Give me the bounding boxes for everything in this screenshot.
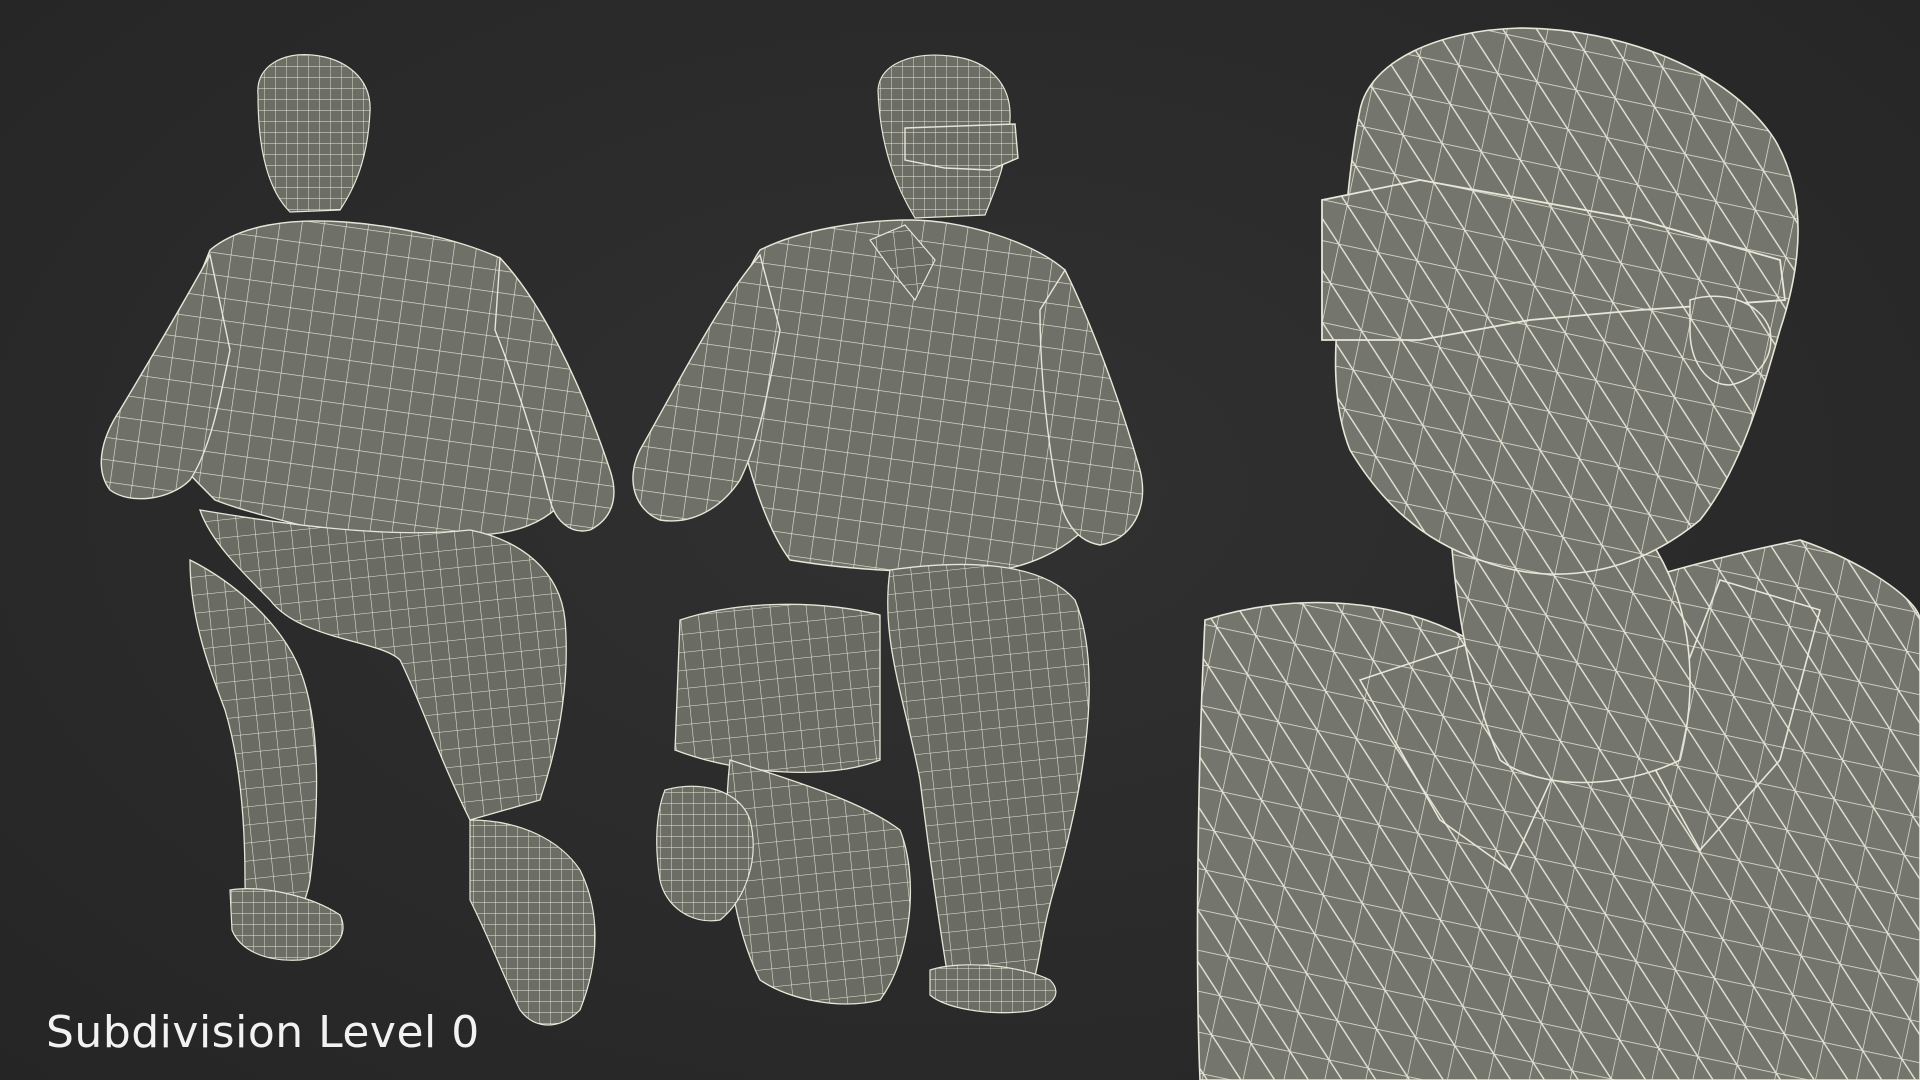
back-view-head <box>257 53 371 213</box>
back-view-figure <box>100 53 615 1026</box>
front-view-kneeling-leg <box>726 759 912 1005</box>
back-view-front-foot <box>229 888 344 961</box>
front-view-figure <box>632 54 1144 1014</box>
subdivision-level-caption: Subdivision Level 0 <box>46 1007 480 1058</box>
front-view-tool-belt <box>674 603 881 773</box>
front-view-front-boot <box>929 964 1057 1014</box>
wireframe-render <box>100 27 1920 1080</box>
back-view-rear-boot <box>469 819 596 1026</box>
front-view-goggles <box>904 123 1019 171</box>
render-viewport: Subdivision Level 0 <box>0 0 1920 1080</box>
front-view-front-leg <box>887 563 1090 991</box>
head-closeup-figure <box>1196 27 1920 1080</box>
